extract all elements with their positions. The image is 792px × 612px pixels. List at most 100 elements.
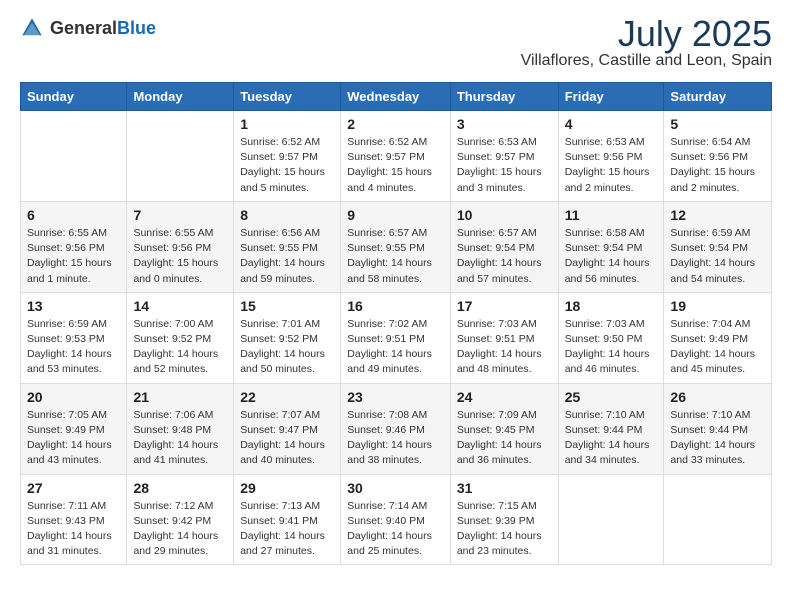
calendar-cell: 29 Sunrise: 7:13 AM Sunset: 9:41 PM Dayli… [234, 474, 341, 565]
day-headers-row: SundayMondayTuesdayWednesdayThursdayFrid… [21, 83, 772, 111]
cell-info: Sunrise: 6:57 AM Sunset: 9:55 PM Dayligh… [347, 226, 444, 287]
calendar-body: 1 Sunrise: 6:52 AM Sunset: 9:57 PM Daylig… [21, 111, 772, 565]
day-header-monday: Monday [127, 83, 234, 111]
cell-day-number: 14 [133, 298, 227, 314]
cell-day-number: 10 [457, 207, 552, 223]
week-row-1: 1 Sunrise: 6:52 AM Sunset: 9:57 PM Daylig… [21, 111, 772, 202]
cell-day-number: 28 [133, 480, 227, 496]
cell-info: Sunrise: 7:10 AM Sunset: 9:44 PM Dayligh… [565, 408, 658, 469]
logo: GeneralBlue [20, 16, 156, 40]
day-header-tuesday: Tuesday [234, 83, 341, 111]
cell-info: Sunrise: 7:06 AM Sunset: 9:48 PM Dayligh… [133, 408, 227, 469]
week-row-2: 6Sunrise: 6:55 AM Sunset: 9:56 PM Daylig… [21, 201, 772, 292]
calendar-cell: 30 Sunrise: 7:14 AM Sunset: 9:40 PM Dayli… [341, 474, 451, 565]
cell-day-number: 11 [565, 207, 658, 223]
calendar-cell: 28 Sunrise: 7:12 AM Sunset: 9:42 PM Dayli… [127, 474, 234, 565]
cell-info: Sunrise: 7:13 AM Sunset: 9:41 PM Dayligh… [240, 499, 334, 560]
calendar-cell: 6Sunrise: 6:55 AM Sunset: 9:56 PM Daylig… [21, 201, 127, 292]
cell-info: Sunrise: 7:15 AM Sunset: 9:39 PM Dayligh… [457, 499, 552, 560]
calendar-cell: 17Sunrise: 7:03 AM Sunset: 9:51 PM Dayli… [450, 292, 558, 383]
cell-info: Sunrise: 7:03 AM Sunset: 9:50 PM Dayligh… [565, 317, 658, 378]
cell-day-number: 2 [347, 116, 444, 132]
cell-day-number: 25 [565, 389, 658, 405]
cell-day-number: 29 [240, 480, 334, 496]
header: GeneralBlue July 2025 Villaflores, Casti… [20, 16, 772, 70]
calendar-cell: 25 Sunrise: 7:10 AM Sunset: 9:44 PM Dayli… [558, 383, 664, 474]
calendar-cell: 27 Sunrise: 7:11 AM Sunset: 9:43 PM Dayli… [21, 474, 127, 565]
cell-info: Sunrise: 6:52 AM Sunset: 9:57 PM Dayligh… [347, 135, 444, 196]
calendar-cell: 22 Sunrise: 7:07 AM Sunset: 9:47 PM Dayli… [234, 383, 341, 474]
day-header-saturday: Saturday [664, 83, 772, 111]
cell-day-number: 19 [670, 298, 765, 314]
calendar-cell: 18 Sunrise: 7:03 AM Sunset: 9:50 PM Dayli… [558, 292, 664, 383]
calendar-cell: 9 Sunrise: 6:57 AM Sunset: 9:55 PM Daylig… [341, 201, 451, 292]
calendar-cell: 12 Sunrise: 6:59 AM Sunset: 9:54 PM Dayli… [664, 201, 772, 292]
cell-info: Sunrise: 6:54 AM Sunset: 9:56 PM Dayligh… [670, 135, 765, 196]
cell-day-number: 23 [347, 389, 444, 405]
cell-day-number: 7 [133, 207, 227, 223]
cell-day-number: 3 [457, 116, 552, 132]
day-header-thursday: Thursday [450, 83, 558, 111]
cell-day-number: 26 [670, 389, 765, 405]
calendar-cell: 2 Sunrise: 6:52 AM Sunset: 9:57 PM Daylig… [341, 111, 451, 202]
cell-day-number: 1 [240, 116, 334, 132]
cell-info: Sunrise: 6:56 AM Sunset: 9:55 PM Dayligh… [240, 226, 334, 287]
cell-info: Sunrise: 7:08 AM Sunset: 9:46 PM Dayligh… [347, 408, 444, 469]
calendar-cell: 11 Sunrise: 6:58 AM Sunset: 9:54 PM Dayli… [558, 201, 664, 292]
calendar-cell [664, 474, 772, 565]
header-right: July 2025 Villaflores, Castille and Leon… [521, 16, 772, 70]
cell-day-number: 8 [240, 207, 334, 223]
calendar-cell [21, 111, 127, 202]
cell-info: Sunrise: 6:52 AM Sunset: 9:57 PM Dayligh… [240, 135, 334, 196]
cell-info: Sunrise: 7:05 AM Sunset: 9:49 PM Dayligh… [27, 408, 120, 469]
cell-info: Sunrise: 7:00 AM Sunset: 9:52 PM Dayligh… [133, 317, 227, 378]
calendar-cell: 21Sunrise: 7:06 AM Sunset: 9:48 PM Dayli… [127, 383, 234, 474]
page: GeneralBlue July 2025 Villaflores, Casti… [0, 0, 792, 581]
cell-day-number: 18 [565, 298, 658, 314]
cell-day-number: 17 [457, 298, 552, 314]
calendar-cell: 31 Sunrise: 7:15 AM Sunset: 9:39 PM Dayli… [450, 474, 558, 565]
cell-info: Sunrise: 7:04 AM Sunset: 9:49 PM Dayligh… [670, 317, 765, 378]
cell-info: Sunrise: 7:11 AM Sunset: 9:43 PM Dayligh… [27, 499, 120, 560]
cell-day-number: 24 [457, 389, 552, 405]
calendar-cell: 4Sunrise: 6:53 AM Sunset: 9:56 PM Daylig… [558, 111, 664, 202]
cell-day-number: 5 [670, 116, 765, 132]
calendar-cell: 10Sunrise: 6:57 AM Sunset: 9:54 PM Dayli… [450, 201, 558, 292]
calendar-cell: 20 Sunrise: 7:05 AM Sunset: 9:49 PM Dayli… [21, 383, 127, 474]
calendar-cell: 1 Sunrise: 6:52 AM Sunset: 9:57 PM Daylig… [234, 111, 341, 202]
cell-info: Sunrise: 7:14 AM Sunset: 9:40 PM Dayligh… [347, 499, 444, 560]
calendar-cell: 16 Sunrise: 7:02 AM Sunset: 9:51 PM Dayli… [341, 292, 451, 383]
calendar-cell: 15Sunrise: 7:01 AM Sunset: 9:52 PM Dayli… [234, 292, 341, 383]
logo-blue: Blue [117, 18, 156, 38]
week-row-5: 27 Sunrise: 7:11 AM Sunset: 9:43 PM Dayli… [21, 474, 772, 565]
cell-info: Sunrise: 6:59 AM Sunset: 9:54 PM Dayligh… [670, 226, 765, 287]
cell-info: Sunrise: 6:53 AM Sunset: 9:57 PM Dayligh… [457, 135, 552, 196]
calendar-cell: 13Sunrise: 6:59 AM Sunset: 9:53 PM Dayli… [21, 292, 127, 383]
cell-day-number: 22 [240, 389, 334, 405]
day-header-wednesday: Wednesday [341, 83, 451, 111]
calendar-header: SundayMondayTuesdayWednesdayThursdayFrid… [21, 83, 772, 111]
calendar-cell: 23 Sunrise: 7:08 AM Sunset: 9:46 PM Dayli… [341, 383, 451, 474]
cell-day-number: 31 [457, 480, 552, 496]
cell-day-number: 30 [347, 480, 444, 496]
cell-info: Sunrise: 7:02 AM Sunset: 9:51 PM Dayligh… [347, 317, 444, 378]
cell-day-number: 12 [670, 207, 765, 223]
cell-day-number: 20 [27, 389, 120, 405]
cell-info: Sunrise: 7:07 AM Sunset: 9:47 PM Dayligh… [240, 408, 334, 469]
cell-day-number: 27 [27, 480, 120, 496]
calendar-cell [127, 111, 234, 202]
cell-day-number: 16 [347, 298, 444, 314]
cell-info: Sunrise: 6:53 AM Sunset: 9:56 PM Dayligh… [565, 135, 658, 196]
logo-icon [20, 16, 44, 40]
month-title: July 2025 [521, 16, 772, 52]
calendar-cell: 5 Sunrise: 6:54 AM Sunset: 9:56 PM Daylig… [664, 111, 772, 202]
cell-info: Sunrise: 6:55 AM Sunset: 9:56 PM Dayligh… [133, 226, 227, 287]
cell-info: Sunrise: 6:55 AM Sunset: 9:56 PM Dayligh… [27, 226, 120, 287]
cell-info: Sunrise: 6:58 AM Sunset: 9:54 PM Dayligh… [565, 226, 658, 287]
cell-info: Sunrise: 7:12 AM Sunset: 9:42 PM Dayligh… [133, 499, 227, 560]
calendar-cell: 26Sunrise: 7:10 AM Sunset: 9:44 PM Dayli… [664, 383, 772, 474]
cell-day-number: 9 [347, 207, 444, 223]
cell-info: Sunrise: 6:59 AM Sunset: 9:53 PM Dayligh… [27, 317, 120, 378]
calendar-cell: 19 Sunrise: 7:04 AM Sunset: 9:49 PM Dayli… [664, 292, 772, 383]
week-row-3: 13Sunrise: 6:59 AM Sunset: 9:53 PM Dayli… [21, 292, 772, 383]
